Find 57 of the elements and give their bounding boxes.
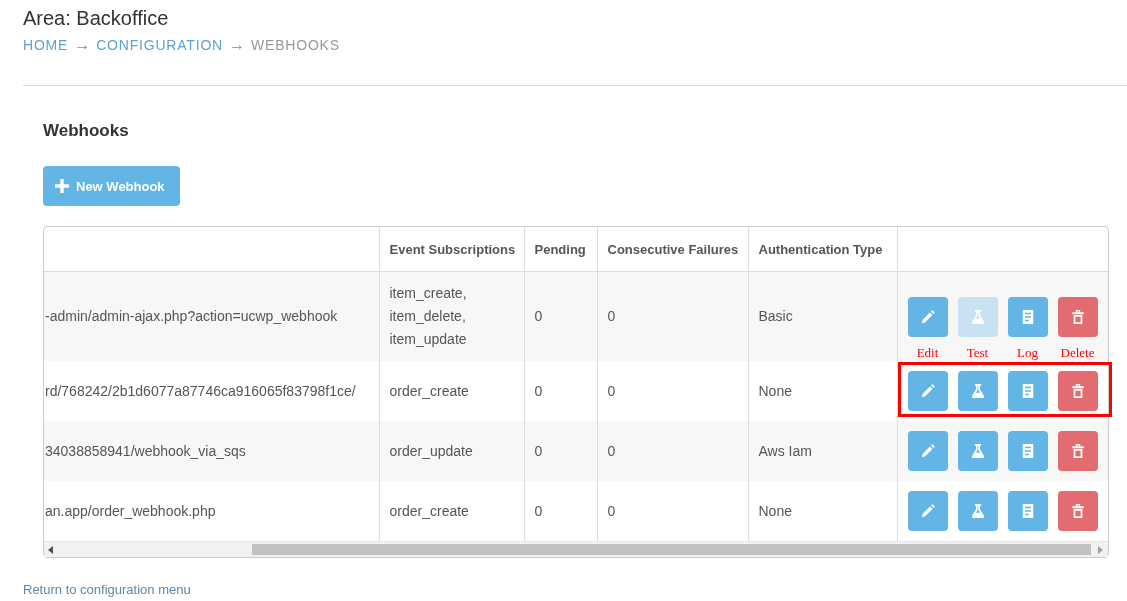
delete-button[interactable] [1057,371,1098,411]
scrollbar-track[interactable] [44,541,1108,557]
trash-icon [1070,444,1085,458]
log-button[interactable] [1007,431,1048,471]
column-header: Consecutive Failures [597,227,748,272]
breadcrumb-current: WEBHOOKS [251,36,340,54]
new-webhook-button[interactable]: New Webhook [43,166,180,206]
document-icon [1020,504,1035,518]
document-icon [1020,444,1035,458]
trash-icon [1070,384,1085,398]
edit-button[interactable] [907,296,948,337]
edit-button[interactable] [907,491,948,531]
breadcrumb-link[interactable]: CONFIGURATION [96,36,223,54]
scroll-right-arrow-icon[interactable] [1098,545,1103,554]
test-button[interactable] [957,491,998,531]
pencil-icon [920,384,935,398]
column-header: Authentication Type [748,227,897,272]
flask-icon [970,504,985,518]
column-header: Pending [524,227,597,272]
trash-icon [1070,309,1085,324]
delete-button[interactable] [1057,431,1098,471]
pencil-icon [920,444,935,458]
callout-label: Delete [1060,344,1095,360]
table-cell: -admin/admin-ajax.php?action=ucwp_webhook [44,271,379,361]
return-link[interactable]: Return to configuration menu [23,582,191,597]
table-cell: 34038858941/webhook_via_sqs [44,421,379,481]
flask-icon [970,309,985,324]
table-cell: an.app/order_webhook.php [44,481,379,541]
plus-icon [55,179,69,193]
breadcrumb-separator: → [229,36,245,54]
edit-button[interactable] [907,431,948,471]
pencil-icon [920,504,935,518]
scrollbar-thumb[interactable] [252,544,1091,555]
log-button[interactable] [1007,491,1048,531]
flask-icon [970,384,985,398]
pencil-icon [920,309,935,324]
callout-label: Edit [916,344,939,360]
breadcrumb-link[interactable]: HOME [23,36,69,54]
log-button[interactable] [1007,371,1048,411]
breadcrumb-separator: → [74,36,91,54]
scroll-left-arrow-icon[interactable] [48,545,53,554]
delete-button[interactable] [1057,491,1098,531]
table-cell: rd/768242/2b1d6077a87746ca916065f83798f1ce/ [44,361,379,421]
section-heading: Webhooks [43,120,129,142]
document-icon [1020,384,1035,398]
flask-icon [970,444,985,458]
callout-label: Log [1017,344,1038,360]
test-button[interactable] [957,371,998,411]
delete-button[interactable] [1057,296,1098,337]
edit-button[interactable] [907,371,948,411]
callout-label: Test [966,344,989,360]
column-header: Event Subscriptions [379,227,524,272]
log-button[interactable] [1007,296,1048,337]
document-icon [1020,309,1035,324]
trash-icon [1070,504,1085,518]
page-title: Area: Backoffice [23,6,169,31]
test-button[interactable] [957,431,998,471]
